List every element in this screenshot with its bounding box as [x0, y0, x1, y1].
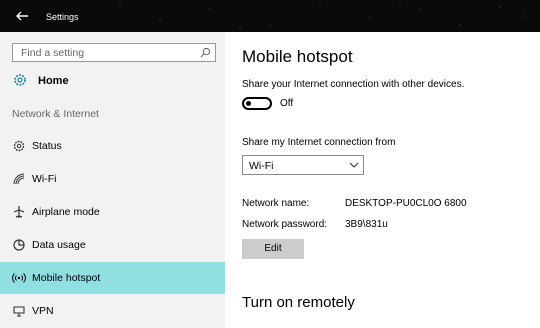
network-name-label: Network name:	[242, 198, 310, 209]
section-title: Network & Internet	[12, 108, 99, 120]
sidebar-item-label: VPN	[32, 305, 54, 317]
sidebar-item-wifi[interactable]: Wi-Fi	[0, 163, 225, 195]
sidebar-item-label: Mobile hotspot	[32, 272, 101, 284]
network-password-value: 3B9\831u	[345, 219, 388, 230]
hotspot-icon	[12, 273, 26, 283]
search-icon[interactable]	[200, 47, 211, 58]
sidebar-item-status[interactable]: Status	[0, 130, 225, 162]
sidebar-item-label: Status	[32, 140, 62, 152]
toggle-knob	[246, 101, 251, 106]
share-from-value: Wi-Fi	[249, 160, 274, 172]
sidebar-item-vpn[interactable]: VPN	[0, 295, 225, 327]
back-arrow-icon[interactable]	[14, 8, 30, 24]
toggle-state-label: Off	[280, 98, 294, 109]
sidebar-item-label: Data usage	[32, 239, 86, 251]
remote-section-title: Turn on remotely	[242, 294, 355, 311]
sidebar-item-data-usage[interactable]: Data usage	[0, 229, 225, 261]
home-link[interactable]: Home	[12, 72, 212, 90]
window-title: Settings	[46, 12, 79, 22]
sidebar-item-airplane-mode[interactable]: Airplane mode	[0, 196, 225, 228]
search-placeholder: Find a setting	[21, 47, 85, 59]
vpn-icon	[13, 306, 25, 317]
home-gear-icon	[14, 74, 26, 86]
main-content: Mobile hotspot Share your Internet conne…	[225, 32, 540, 328]
share-from-dropdown[interactable]: Wi-Fi	[242, 155, 364, 175]
sidebar: Find a setting Home Network & Internet S…	[0, 32, 232, 328]
chevron-down-icon	[349, 162, 359, 168]
sidebar-item-mobile-hotspot[interactable]: Mobile hotspot	[0, 262, 225, 294]
wifi-icon	[13, 173, 25, 185]
sidebar-item-label: Airplane mode	[32, 206, 100, 218]
page-title: Mobile hotspot	[242, 47, 353, 66]
sidebar-item-label: Wi-Fi	[32, 173, 57, 185]
share-description: Share your Internet connection with othe…	[242, 79, 465, 90]
home-label: Home	[38, 75, 69, 87]
title-bar: Settings	[0, 0, 540, 32]
background-texture	[119, 2, 526, 29]
edit-button[interactable]: Edit	[242, 239, 304, 259]
search-input[interactable]: Find a setting	[12, 43, 216, 62]
airplane-icon	[13, 206, 25, 218]
gear-icon	[13, 140, 25, 152]
share-from-label: Share my Internet connection from	[242, 137, 396, 148]
data-usage-icon	[13, 239, 25, 251]
network-name-value: DESKTOP-PU0CL0O 6800	[345, 198, 467, 209]
network-password-label: Network password:	[242, 219, 328, 230]
hotspot-toggle[interactable]	[242, 97, 272, 110]
